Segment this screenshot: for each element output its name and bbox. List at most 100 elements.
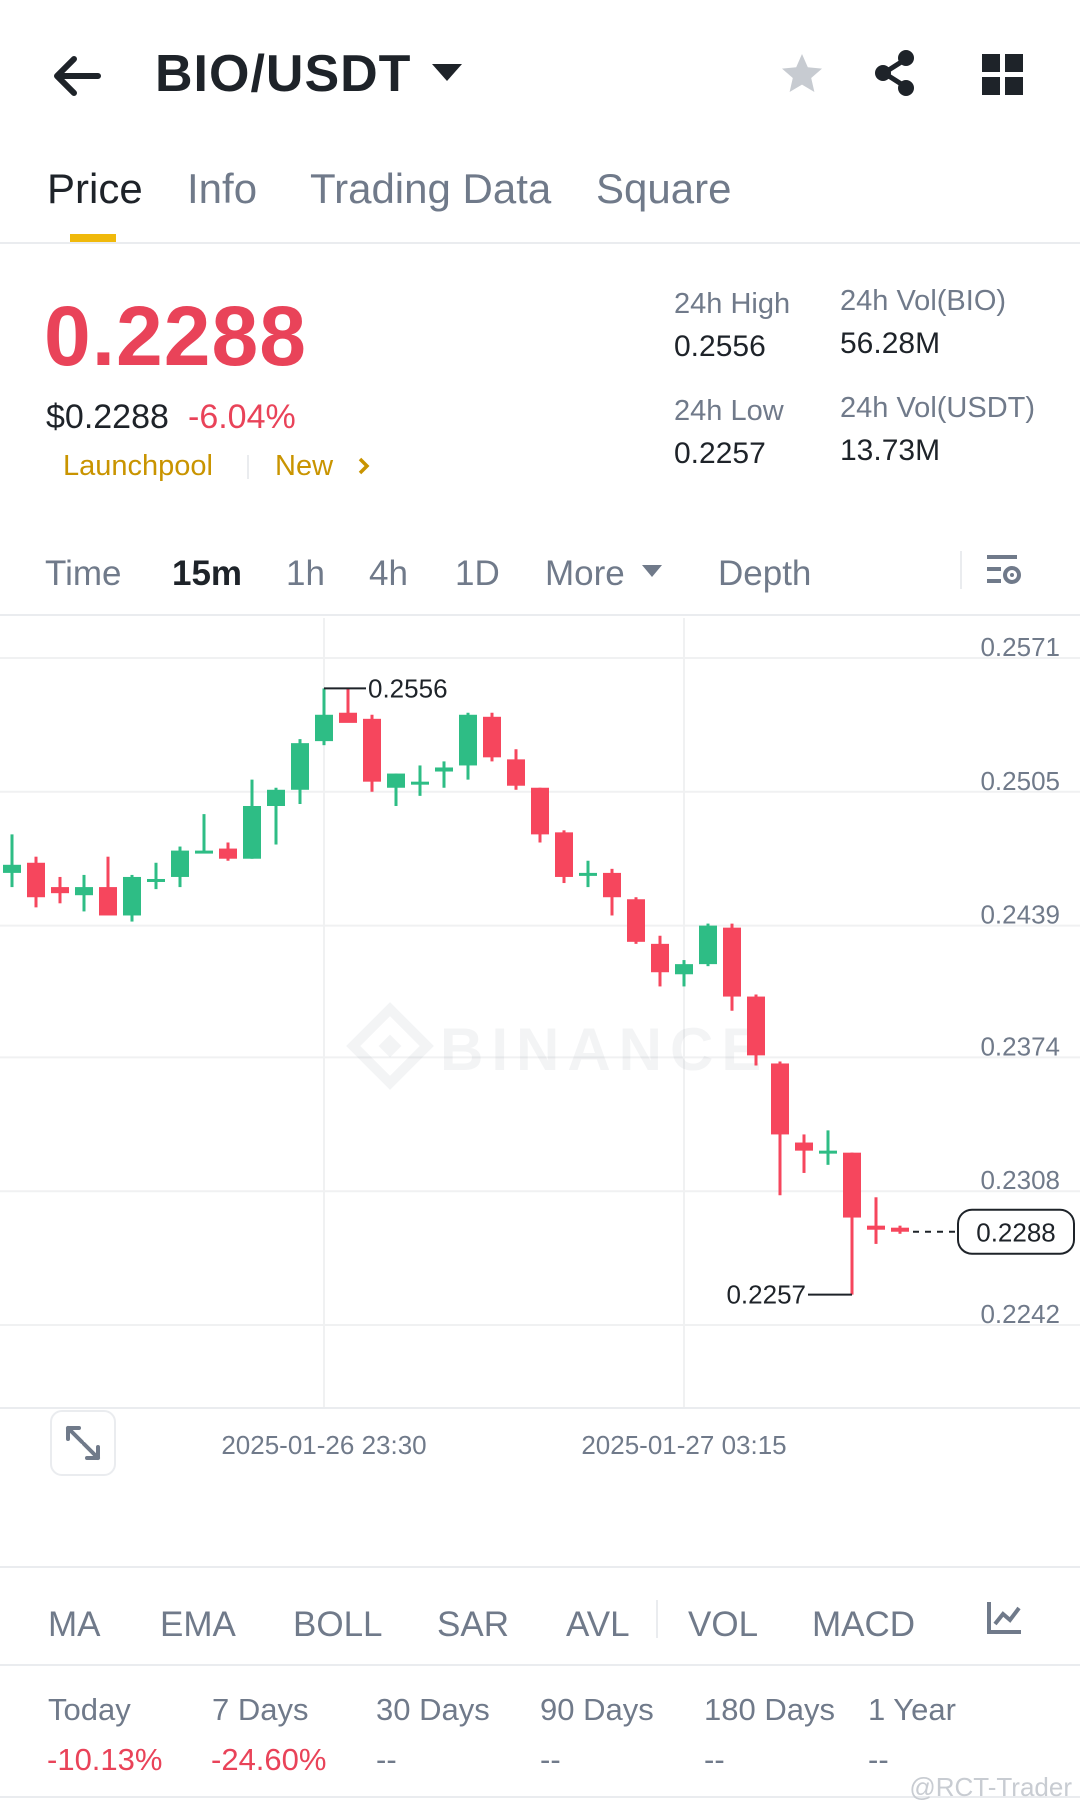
pair-dropdown-caret-icon[interactable] (432, 64, 462, 81)
usd-price: $0.2288 (46, 398, 169, 436)
indicator-ma[interactable]: MA (48, 1605, 101, 1645)
new-tag[interactable]: New (275, 450, 333, 483)
launchpool-tag[interactable]: Launchpool (63, 450, 213, 483)
candle (843, 1152, 861, 1295)
candle (603, 868, 621, 916)
candle-body (867, 1225, 885, 1230)
candle (195, 814, 213, 854)
perf-7d-label: 7 Days (212, 1692, 309, 1727)
indicator-vol[interactable]: VOL (688, 1605, 758, 1645)
candle (555, 830, 573, 884)
candle-body (435, 767, 453, 772)
tf-depth[interactable]: Depth (718, 554, 811, 594)
candle-body (363, 718, 381, 782)
candle (459, 712, 477, 780)
candle (123, 874, 141, 922)
low-24h-label: 24h Low (674, 395, 784, 427)
indicator-boll[interactable]: BOLL (293, 1605, 383, 1645)
high-24h-value: 0.2556 (674, 330, 766, 363)
tf-time[interactable]: Time (45, 554, 121, 594)
candle-body (459, 714, 477, 766)
tab-square[interactable]: Square (596, 165, 731, 213)
last-price-label: 0.2288 (976, 1218, 1056, 1248)
tab-info[interactable]: Info (187, 165, 257, 213)
perf-7d-value: -24.60% (211, 1742, 327, 1777)
candle (483, 712, 501, 762)
perf-30d-value: -- (376, 1742, 397, 1777)
share-icon[interactable] (872, 48, 918, 98)
tab-price[interactable]: Price (47, 165, 143, 213)
candle-body (843, 1152, 861, 1218)
indicator-avl[interactable]: AVL (566, 1605, 630, 1645)
candle-body (891, 1227, 909, 1232)
tf-15m[interactable]: 15m (172, 554, 242, 594)
candle-body (3, 864, 21, 873)
indicator-sar[interactable]: SAR (437, 1605, 509, 1645)
candle-body (723, 927, 741, 997)
candle-body (675, 964, 693, 975)
candle-body (387, 773, 405, 788)
low-marker-label: 0.2257 (726, 1280, 806, 1310)
candle-body (747, 996, 765, 1056)
candle (363, 714, 381, 792)
back-arrow-icon[interactable] (48, 48, 104, 104)
vol-bio-value: 56.28M (840, 327, 941, 360)
vol-usdt-value: 13.73M (840, 434, 941, 467)
vol-usdt-label: 24h Vol(USDT) (840, 392, 1036, 424)
indicator-top-divider (0, 1566, 1080, 1568)
candle (627, 897, 645, 944)
tf-4h[interactable]: 4h (369, 554, 408, 594)
tf-1d[interactable]: 1D (455, 554, 500, 594)
chart-settings-icon[interactable] (985, 550, 1025, 590)
indicator-ema[interactable]: EMA (160, 1605, 236, 1645)
candle (339, 688, 357, 723)
candlestick-chart[interactable]: BINANCE 0.2571 0.2505 0.2439 0.2374 0.2308 0.… (0, 618, 1080, 1520)
tf-1h[interactable]: 1h (286, 554, 325, 594)
perf-1y-label: 1 Year (868, 1692, 956, 1727)
last-price: 0.2288 (44, 289, 307, 383)
candle-body (315, 714, 333, 742)
candle-body (339, 712, 357, 723)
candle-body (699, 925, 717, 965)
y-tick-label: 0.2571 (980, 632, 1060, 662)
candle (891, 1225, 909, 1234)
more-caret-icon[interactable] (642, 565, 662, 577)
perf-180d-label: 180 Days (704, 1692, 835, 1727)
indicator-macd[interactable]: MACD (812, 1605, 915, 1645)
performance-divider (0, 1664, 1080, 1666)
candle (507, 749, 525, 790)
candle (147, 862, 165, 890)
candle-body (627, 899, 645, 942)
candle-body (819, 1150, 837, 1154)
tf-more[interactable]: More (545, 554, 625, 594)
perf-90d-value: -- (540, 1742, 561, 1777)
grid-menu-icon[interactable] (982, 54, 1024, 96)
tab-trading-data[interactable]: Trading Data (310, 165, 551, 213)
y-tick-label: 0.2308 (980, 1165, 1060, 1195)
candle (51, 876, 69, 904)
pair-title[interactable]: BIO/USDT (155, 44, 411, 104)
candle-body (51, 887, 69, 894)
binance-watermark: BINANCE (346, 1002, 761, 1090)
candle-body (555, 832, 573, 877)
candle-body (411, 781, 429, 785)
candle-body (603, 872, 621, 898)
candle (75, 874, 93, 912)
candle-body (795, 1142, 813, 1151)
star-icon[interactable] (778, 50, 826, 98)
candle-body (291, 743, 309, 790)
tf-separator (960, 551, 962, 589)
candle (867, 1197, 885, 1244)
credit-watermark: @RCT-Trader (909, 1772, 1072, 1802)
candle (291, 739, 309, 804)
indicator-settings-icon[interactable] (985, 1598, 1025, 1638)
candle-body (27, 862, 45, 898)
candle (795, 1134, 813, 1173)
fullscreen-button[interactable] (50, 1410, 116, 1476)
chevron-right-icon[interactable] (356, 455, 372, 477)
candle (651, 935, 669, 987)
candle (219, 842, 237, 861)
candle (315, 688, 333, 746)
candle-body (507, 759, 525, 786)
candle-body (579, 872, 597, 876)
